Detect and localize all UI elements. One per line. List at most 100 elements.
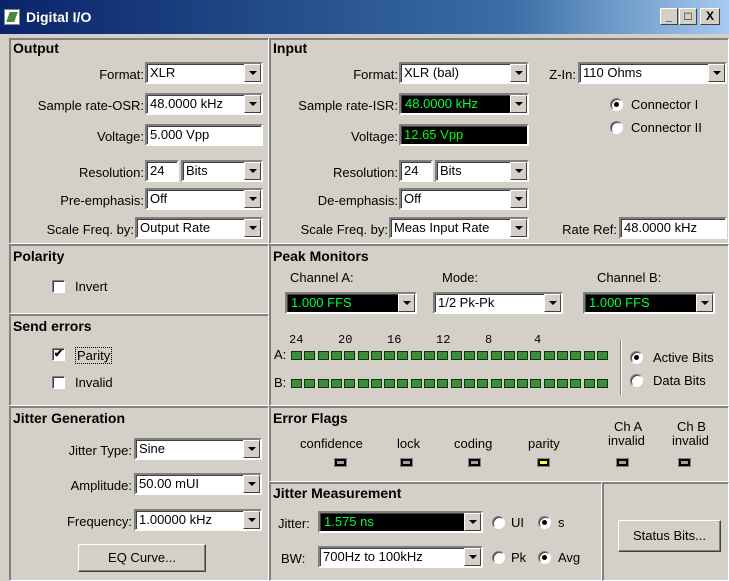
rate-ref-label: Rate Ref: xyxy=(562,222,617,237)
bit-segment xyxy=(437,351,449,360)
chevron-down-icon[interactable] xyxy=(244,95,261,113)
input-scale-label: Scale Freq. by: xyxy=(300,222,388,237)
input-resolution-unit-select[interactable]: Bits xyxy=(435,160,529,182)
chevron-down-icon[interactable] xyxy=(510,219,527,237)
chevron-down-icon[interactable] xyxy=(243,475,260,493)
output-resolution-label: Resolution: xyxy=(78,165,144,180)
frequency-label: Frequency: xyxy=(66,514,132,529)
output-resolution-input[interactable]: 24 xyxy=(145,160,179,182)
title-bar[interactable]: Digital I/O _ □ X xyxy=(0,0,729,34)
frequency-select[interactable]: 1.00000 kHz xyxy=(134,509,262,531)
input-scale-select[interactable]: Meas Input Rate xyxy=(389,217,529,239)
close-button[interactable]: X xyxy=(700,8,720,25)
input-de-emphasis-select[interactable]: Off xyxy=(399,188,529,210)
input-voltage-display: 12.65 Vpp xyxy=(399,124,529,146)
pk-radio[interactable] xyxy=(492,551,505,564)
connector-1-label: Connector I xyxy=(631,97,699,112)
bw-select[interactable]: 700Hz to 100kHz xyxy=(318,546,483,568)
chevron-down-icon[interactable] xyxy=(510,64,527,82)
chevron-down-icon[interactable] xyxy=(510,95,527,113)
output-resolution-unit-select[interactable]: Bits xyxy=(181,160,263,182)
bit-segment xyxy=(424,379,435,388)
invalid-checkbox[interactable] xyxy=(52,376,65,389)
chevron-down-icon[interactable] xyxy=(510,162,527,180)
channel-b-bit-meter xyxy=(291,379,611,388)
chevron-down-icon[interactable] xyxy=(544,294,561,312)
chevron-down-icon[interactable] xyxy=(243,440,260,458)
chevron-down-icon[interactable] xyxy=(244,219,261,237)
connector-1-radio[interactable] xyxy=(610,98,623,111)
flag-parity-led xyxy=(537,458,550,467)
active-bits-radio[interactable] xyxy=(630,351,643,364)
chevron-down-icon[interactable] xyxy=(464,513,481,531)
data-bits-radio[interactable] xyxy=(630,374,643,387)
status-bits-button[interactable]: Status Bits... xyxy=(618,520,721,552)
bit-segment xyxy=(570,351,582,360)
pk-label: Pk xyxy=(511,550,527,565)
output-voltage-input[interactable]: 5.000 Vpp xyxy=(145,124,263,146)
chevron-down-icon[interactable] xyxy=(243,511,260,529)
bit-segment xyxy=(463,351,475,360)
bit-segment xyxy=(344,379,356,388)
input-de-emphasis-label: De-emphasis: xyxy=(317,193,398,208)
amplitude-select[interactable]: 50.00 mUI xyxy=(134,473,262,495)
flag-chb-label: Ch B xyxy=(677,419,706,434)
zin-select[interactable]: 110 Ohms xyxy=(578,62,727,84)
output-format-label: Format: xyxy=(99,67,144,82)
bit-segment xyxy=(304,351,316,360)
chevron-down-icon[interactable] xyxy=(708,64,725,82)
output-scale-select[interactable]: Output Rate xyxy=(135,217,263,239)
input-resolution-input[interactable]: 24 xyxy=(399,160,433,182)
input-format-label: Format: xyxy=(353,67,398,82)
output-format-select[interactable]: XLR xyxy=(145,62,263,84)
channel-a-label: Channel A: xyxy=(290,270,354,285)
flag-lock-label: lock xyxy=(397,436,421,451)
eq-curve-button[interactable]: EQ Curve... xyxy=(78,544,206,572)
minimize-button[interactable]: _ xyxy=(660,8,678,25)
jitter-label: Jitter: xyxy=(278,516,310,531)
bit-scale-tick: 16 xyxy=(387,333,402,347)
output-scale-label: Scale Freq. by: xyxy=(46,222,134,237)
invert-checkbox[interactable] xyxy=(52,280,65,293)
bit-segment xyxy=(370,379,382,388)
bit-segment xyxy=(291,351,302,360)
channel-a-select[interactable]: 1.000 FFS xyxy=(285,292,417,314)
bit-segment xyxy=(317,379,329,388)
channel-b-select[interactable]: 1.000 FFS xyxy=(583,292,715,314)
input-format-select[interactable]: XLR (bal) xyxy=(399,62,529,84)
chevron-down-icon[interactable] xyxy=(244,162,261,180)
jitter-generation-title: Jitter Generation xyxy=(13,410,126,426)
rate-ref-input[interactable]: 48.0000 kHz xyxy=(619,217,727,239)
chevron-down-icon[interactable] xyxy=(244,190,261,208)
bit-segment xyxy=(304,379,316,388)
output-sample-rate-select[interactable]: 48.0000 kHz xyxy=(145,93,263,115)
chevron-down-icon[interactable] xyxy=(696,294,713,312)
chevron-down-icon[interactable] xyxy=(464,548,481,566)
flag-lock-led xyxy=(400,458,413,467)
amplitude-label: Amplitude: xyxy=(70,478,132,493)
parity-checkbox[interactable]: ✔ xyxy=(52,348,65,361)
chevron-down-icon[interactable] xyxy=(510,190,527,208)
avg-radio[interactable] xyxy=(538,551,551,564)
s-radio[interactable] xyxy=(538,516,551,529)
chevron-down-icon[interactable] xyxy=(244,64,261,82)
bit-segment xyxy=(330,379,342,388)
mode-select[interactable]: 1/2 Pk-Pk xyxy=(433,292,563,314)
data-bits-label: Data Bits xyxy=(653,373,706,388)
bit-scale-tick: 12 xyxy=(436,333,451,347)
flag-cha-invalid-led xyxy=(616,458,629,467)
bit-segment xyxy=(477,379,489,388)
connector-2-radio[interactable] xyxy=(610,121,623,134)
chevron-down-icon[interactable] xyxy=(398,294,415,312)
ui-radio[interactable] xyxy=(492,516,505,529)
row-b-label: B: xyxy=(274,375,287,390)
input-sample-rate-select[interactable]: 48.0000 kHz xyxy=(399,93,529,115)
zin-label: Z-In: xyxy=(549,67,576,82)
output-pre-emphasis-select[interactable]: Off xyxy=(145,188,263,210)
bit-segment xyxy=(424,351,435,360)
bit-segment xyxy=(384,379,396,388)
jitter-type-select[interactable]: Sine xyxy=(134,438,262,460)
jitter-select[interactable]: 1.575 ns xyxy=(318,511,483,533)
maximize-button[interactable]: □ xyxy=(679,8,697,25)
bit-segment xyxy=(490,351,502,360)
